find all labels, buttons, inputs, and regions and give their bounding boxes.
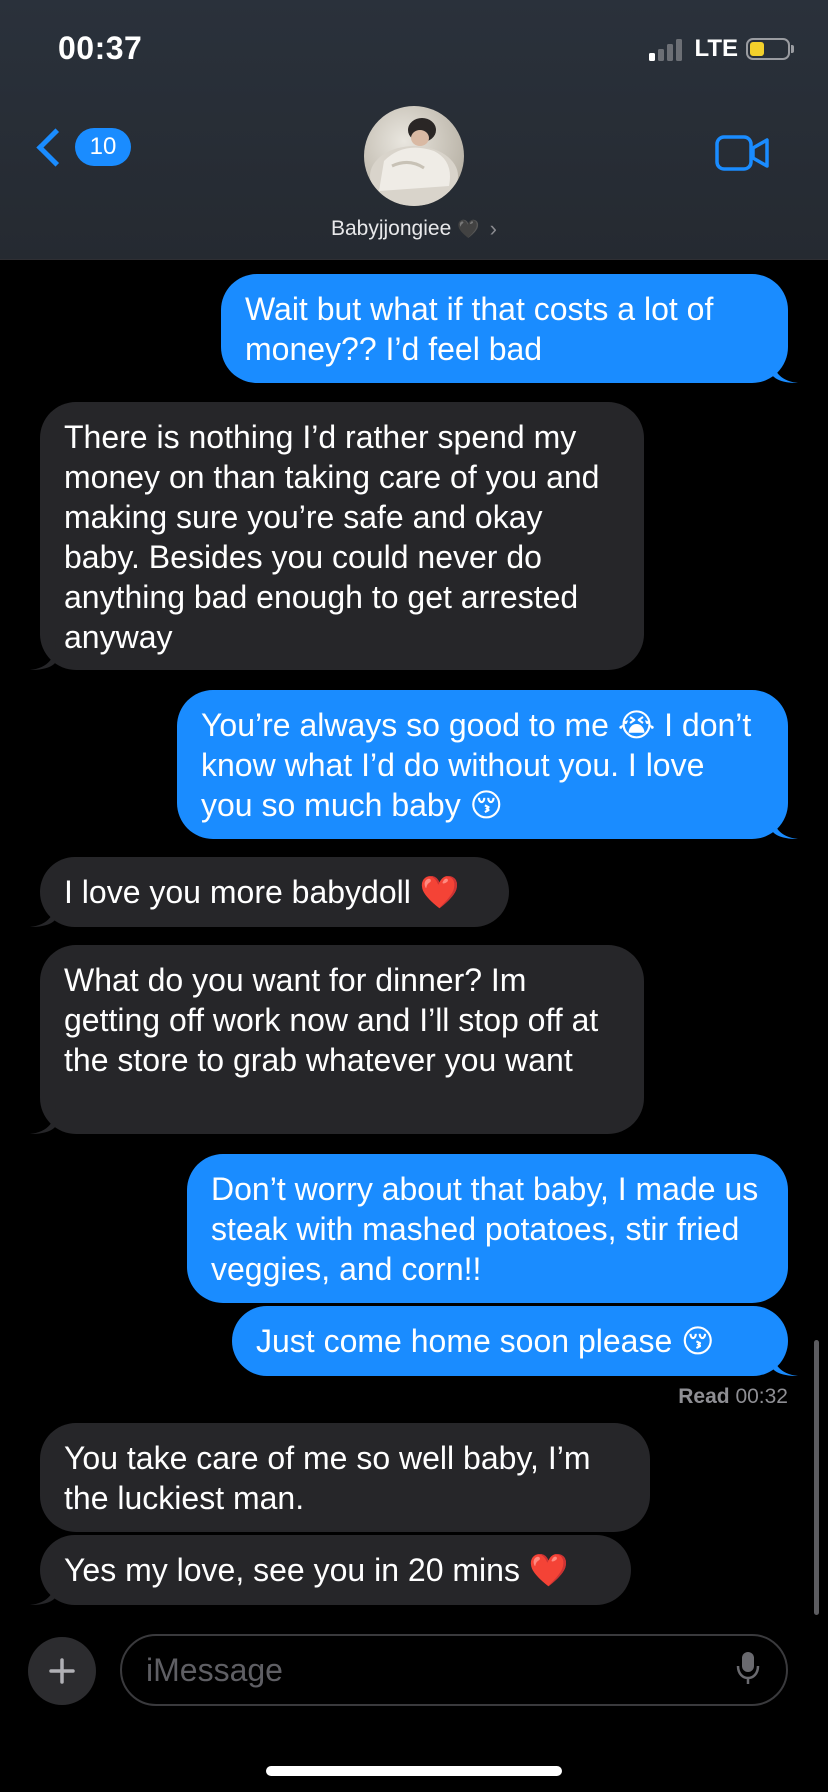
message-text-input[interactable]	[122, 1650, 736, 1690]
message-text: Wait but what if that costs a lot of mon…	[245, 291, 714, 367]
status-indicators: LTE	[649, 34, 794, 64]
message-text: Just come home soon please 😚	[256, 1323, 715, 1359]
contact-avatar[interactable]	[364, 106, 464, 206]
video-camera-icon	[715, 135, 769, 171]
message-bubble-received[interactable]: Yes my love, see you in 20 mins ❤️	[30, 1535, 631, 1605]
bubble-tail	[772, 809, 798, 839]
network-type: LTE	[694, 35, 738, 62]
contact-name-button[interactable]: Babyjjongiee 🖤 ›	[0, 216, 828, 242]
message-text: There is nothing I’d rather spend my mon…	[64, 419, 600, 655]
message-text: Yes my love, see you in 20 mins ❤️	[64, 1552, 569, 1588]
chevron-left-icon	[36, 127, 75, 167]
bubble-tail	[772, 353, 798, 383]
read-time: 00:32	[735, 1385, 788, 1408]
message-bubble-sent[interactable]: Don’t worry about that baby, I made us s…	[187, 1154, 788, 1303]
plus-icon	[49, 1658, 75, 1684]
message-bubble-received[interactable]: What do you want for dinner? Im getting …	[30, 945, 644, 1134]
message-bubble-received[interactable]: I love you more babydoll ❤️	[30, 857, 509, 927]
battery-icon	[746, 38, 794, 60]
microphone-icon	[736, 1651, 760, 1684]
apps-plus-button[interactable]	[28, 1637, 96, 1705]
facetime-video-button[interactable]	[715, 135, 771, 176]
bubble-tail	[30, 897, 56, 927]
message-bubble-received[interactable]: There is nothing I’d rather spend my mon…	[30, 402, 644, 670]
message-text: You’re always so good to me 😭 I don’t kn…	[201, 707, 752, 823]
message-text: Don’t worry about that baby, I made us s…	[211, 1171, 759, 1287]
read-label: Read	[678, 1385, 730, 1408]
message-bubble-sent[interactable]: Wait but what if that costs a lot of mon…	[221, 274, 798, 383]
black-heart-emoji: 🖤	[457, 218, 480, 239]
status-time: 00:37	[58, 30, 143, 66]
bubble-tail	[772, 1346, 798, 1376]
message-text: You take care of me so well baby, I’m th…	[64, 1440, 591, 1516]
cellular-signal-icon	[649, 37, 683, 61]
dictation-button[interactable]	[736, 1650, 760, 1691]
bubble-tail	[30, 1104, 56, 1134]
avatar-photo	[370, 118, 458, 206]
bubble-tail	[30, 640, 56, 670]
chevron-right-icon: ›	[489, 216, 497, 241]
message-bubble-sent[interactable]: Just come home soon please 😚	[232, 1306, 798, 1376]
message-thread[interactable]: Wait but what if that costs a lot of mon…	[0, 259, 828, 1619]
contact-name: Babyjjongiee	[330, 217, 452, 240]
message-text: What do you want for dinner? Im getting …	[64, 962, 599, 1078]
bubble-tail	[30, 1575, 56, 1605]
message-bubble-sent[interactable]: You’re always so good to me 😭 I don’t kn…	[177, 690, 798, 839]
home-indicator[interactable]	[266, 1766, 562, 1776]
read-receipt: Read 00:32	[678, 1385, 788, 1409]
back-button[interactable]: 10	[30, 127, 131, 167]
conversation-header: 00:37 LTE 10 Babyjjongiee 🖤 ›	[0, 0, 828, 260]
scrollbar[interactable]	[814, 1340, 819, 1615]
unread-count-badge: 10	[75, 128, 131, 166]
message-text: I love you more babydoll ❤️	[64, 874, 460, 910]
imessage-input-field[interactable]	[120, 1634, 788, 1706]
message-bubble-received[interactable]: You take care of me so well baby, I’m th…	[40, 1423, 650, 1532]
